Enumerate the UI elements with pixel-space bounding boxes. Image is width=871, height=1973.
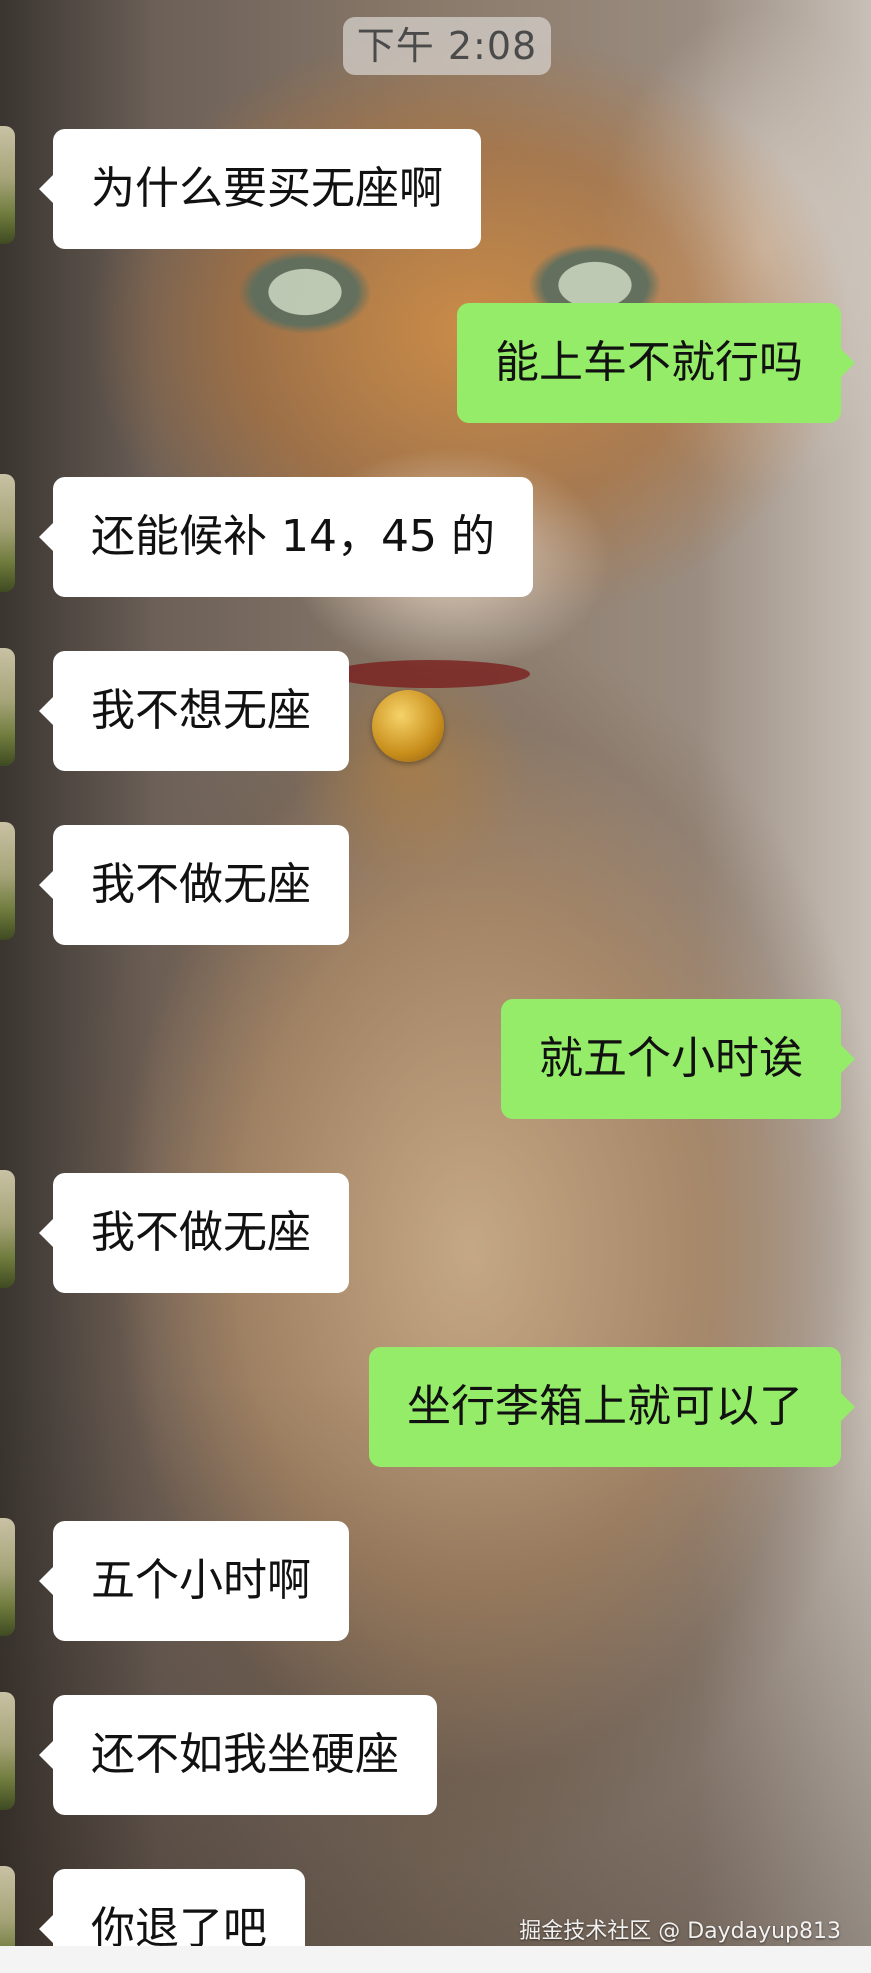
watermark: 掘金技术社区 @ Daydayup813 <box>519 1919 841 1944</box>
input-bar-edge <box>0 1946 871 1973</box>
message-bubble-incoming[interactable]: 为什么要买无座啊 <box>39 129 481 249</box>
contact-avatar[interactable] <box>0 1692 15 1810</box>
message-bubble-incoming[interactable]: 我不想无座 <box>39 651 349 771</box>
chat-wallpaper <box>0 0 871 1973</box>
contact-avatar[interactable] <box>0 822 15 940</box>
message-bubble-outgoing[interactable]: 就五个小时诶 <box>501 999 855 1119</box>
message-bubble-incoming[interactable]: 我不做无座 <box>39 825 349 945</box>
message-bubble-outgoing[interactable]: 坐行李箱上就可以了 <box>369 1347 855 1467</box>
message-bubble-incoming[interactable]: 五个小时啊 <box>39 1521 349 1641</box>
contact-avatar[interactable] <box>0 1518 15 1636</box>
contact-avatar[interactable] <box>0 648 15 766</box>
message-bubble-incoming[interactable]: 我不做无座 <box>39 1173 349 1293</box>
time-separator: 下午 2:08 <box>343 17 551 75</box>
chat-view[interactable]: 下午 2:08 为什么要买无座啊 能上车不就行吗 还能候补 14，45 的 我不… <box>0 0 871 1973</box>
contact-avatar[interactable] <box>0 126 15 244</box>
cat-collar <box>330 660 530 688</box>
contact-avatar[interactable] <box>0 1170 15 1288</box>
cat-bell <box>372 690 444 762</box>
contact-avatar[interactable] <box>0 474 15 592</box>
message-bubble-incoming[interactable]: 还不如我坐硬座 <box>39 1695 437 1815</box>
message-bubble-incoming[interactable]: 还能候补 14，45 的 <box>39 477 533 597</box>
message-bubble-outgoing[interactable]: 能上车不就行吗 <box>457 303 855 423</box>
